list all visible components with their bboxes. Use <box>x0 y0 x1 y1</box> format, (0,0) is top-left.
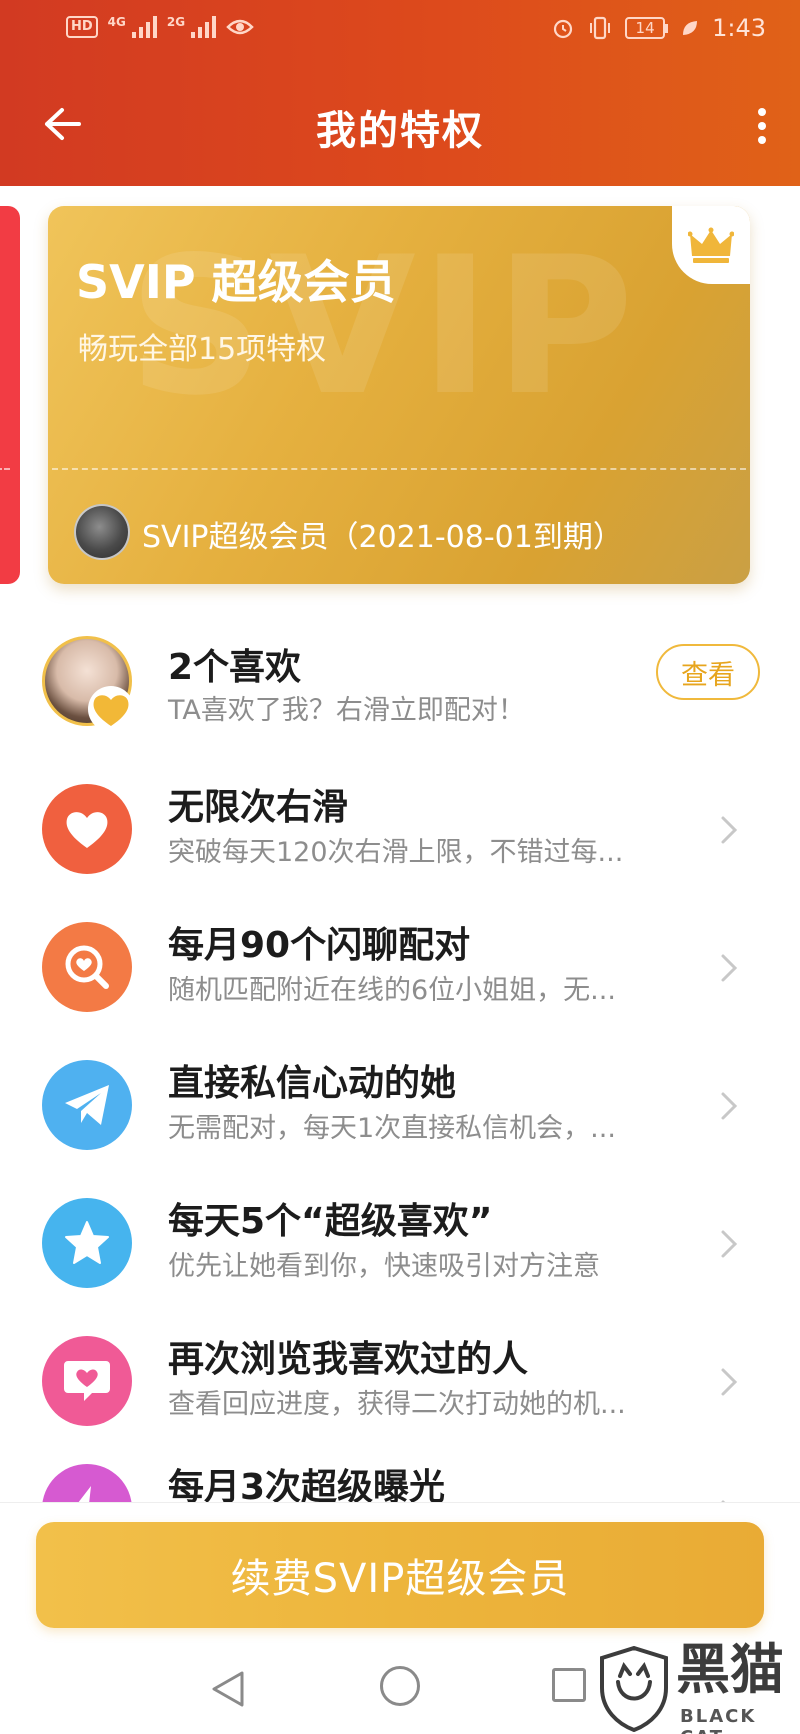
avatar <box>74 504 130 560</box>
cat-shield-icon <box>600 1646 668 1732</box>
privilege-row[interactable]: 每月3次超级曝光 <box>0 1454 800 1502</box>
crown-badge <box>672 206 750 284</box>
privilege-title: 每天5个“超级喜欢” <box>168 1201 493 1242</box>
crown-icon <box>688 227 734 263</box>
privilege-desc: 查看回应进度，获得二次打动她的机... <box>168 1389 626 1420</box>
privilege-title: 再次浏览我喜欢过的人 <box>168 1339 529 1380</box>
alarm-icon <box>553 19 573 39</box>
status-left: HD 4G 2G <box>66 16 254 38</box>
chevron-right-icon <box>714 948 744 988</box>
privilege-desc: 无需配对，每天1次直接私信机会，... <box>168 1113 616 1144</box>
star-icon <box>42 1198 132 1288</box>
watermark-text: 黑猫 <box>676 1638 784 1701</box>
bolt-icon <box>42 1464 132 1502</box>
leaf-icon <box>683 21 698 35</box>
nav-back-icon[interactable] <box>210 1670 246 1708</box>
privilege-title: 每月3次超级曝光 <box>168 1467 446 1502</box>
privilege-title: 每月90个闪聊配对 <box>168 925 471 966</box>
search-icon <box>42 922 132 1012</box>
paper-plane-icon <box>42 1060 132 1150</box>
privilege-title: 直接私信心动的她 <box>168 1063 457 1104</box>
watermark-subtext: BLACK CAT <box>680 1706 757 1734</box>
status-bar: HD 4G 2G 14 1:43 <box>0 0 800 60</box>
chevron-right-icon <box>714 1224 744 1264</box>
renew-svip-button[interactable]: 续费SVIP超级会员 <box>36 1522 764 1628</box>
likes-row[interactable]: 2个喜欢 TA喜欢了我？右滑立即配对！ 查看 <box>0 624 800 760</box>
privilege-desc: 突破每天120次右滑上限，不错过每... <box>168 837 624 868</box>
previous-card-peek[interactable] <box>0 206 20 584</box>
signal-icon <box>131 16 157 38</box>
clock: 1:43 <box>712 14 766 42</box>
likes-title: 2个喜欢 <box>168 647 302 688</box>
view-button[interactable]: 查看 <box>656 644 760 700</box>
privilege-row[interactable]: 每天5个“超级喜欢” 优先让她看到你，快速吸引对方注意 <box>0 1178 800 1314</box>
nav-home-icon[interactable] <box>380 1666 420 1706</box>
divider <box>0 1502 800 1503</box>
network-type-2: 2G <box>166 15 186 29</box>
nav-recent-apps-icon[interactable] <box>552 1668 586 1702</box>
status-right: 14 1:43 <box>551 14 766 42</box>
gold-heart-icon <box>88 686 134 732</box>
privilege-desc: 随机匹配附近在线的6位小姐姐，无... <box>168 975 616 1006</box>
svip-expire-text: SVIP超级会员（2021-08-01到期） <box>142 520 623 555</box>
black-cat-watermark: 黑猫 BLACK CAT <box>598 1640 800 1734</box>
signal-icon-2 <box>191 16 217 38</box>
hd-badge: HD <box>66 16 98 38</box>
app-header: HD 4G 2G 14 1:43 我的特权 <box>0 0 800 186</box>
battery-icon: 14 <box>625 17 669 39</box>
eye-icon <box>226 19 254 35</box>
page-title: 我的特权 <box>316 108 484 154</box>
svip-card[interactable]: SVIP SVIP 超级会员 畅玩全部15项特权 SVIP超级会员（2021-0… <box>48 206 750 584</box>
more-options-button[interactable] <box>742 102 782 150</box>
svip-subtitle: 畅玩全部15项特权 <box>78 332 327 367</box>
battery-level: 14 <box>625 17 666 39</box>
privilege-desc: 优先让她看到你，快速吸引对方注意 <box>168 1251 600 1282</box>
chevron-right-icon <box>714 1086 744 1126</box>
privilege-row[interactable]: 无限次右滑 突破每天120次右滑上限，不错过每... <box>0 764 800 900</box>
likes-desc: TA喜欢了我？右滑立即配对！ <box>168 695 525 726</box>
privilege-title: 无限次右滑 <box>168 787 349 828</box>
privilege-row[interactable]: 直接私信心动的她 无需配对，每天1次直接私信机会，... <box>0 1040 800 1176</box>
chevron-right-icon <box>714 1494 744 1502</box>
vibrate-icon <box>590 16 611 40</box>
chevron-right-icon <box>714 1362 744 1402</box>
heart-icon <box>42 784 132 874</box>
chevron-right-icon <box>714 810 744 850</box>
privilege-row[interactable]: 每月90个闪聊配对 随机匹配附近在线的6位小姐姐，无... <box>0 902 800 1038</box>
network-type-1: 4G <box>107 15 126 29</box>
heart-chat-icon <box>42 1336 132 1426</box>
svip-title: SVIP 超级会员 <box>76 255 396 309</box>
card-divider <box>52 468 746 470</box>
privilege-row[interactable]: 再次浏览我喜欢过的人 查看回应进度，获得二次打动她的机... <box>0 1316 800 1452</box>
